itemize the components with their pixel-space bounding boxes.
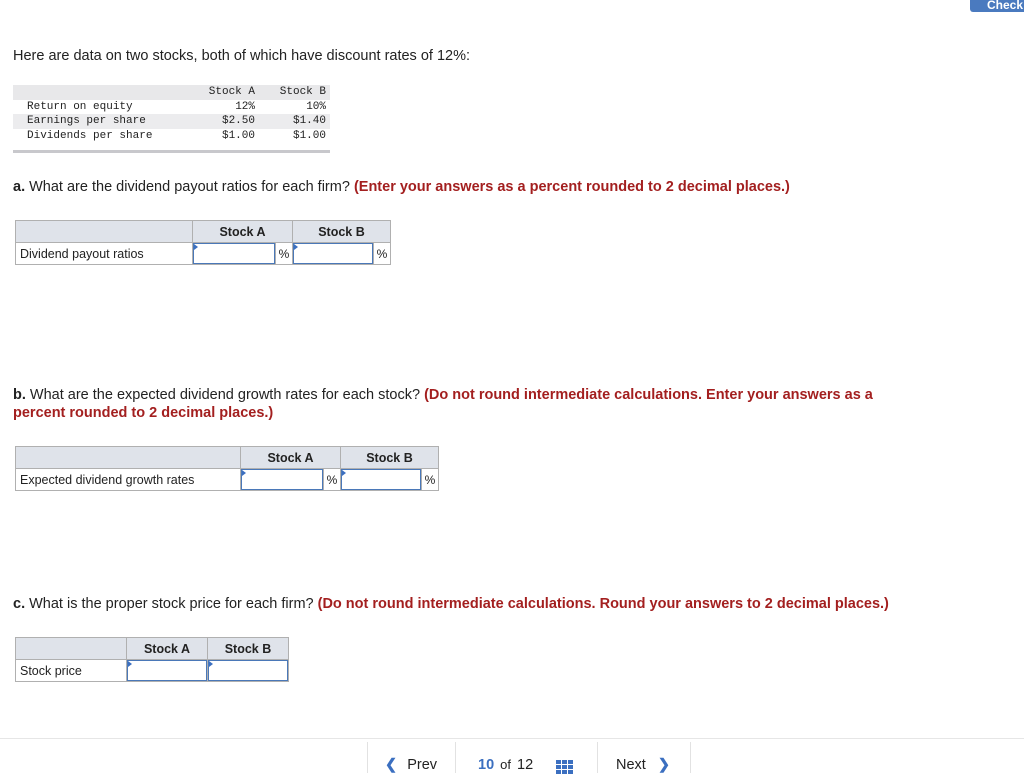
data-table-footer: [13, 143, 330, 153]
current-page: 10: [478, 757, 495, 773]
data-table-header: Stock A Stock B: [13, 85, 330, 100]
stock-b-value: 10%: [306, 100, 326, 113]
prev-label: Prev: [407, 757, 438, 773]
table-row: Return on equity 12% 10%: [13, 100, 330, 115]
header-stock-b: Stock B: [292, 220, 391, 243]
percent-unit: %: [372, 242, 392, 265]
question-a-lead: a.: [13, 179, 26, 195]
stock-price-stock-b-input[interactable]: [208, 660, 288, 681]
grid-icon[interactable]: [556, 760, 573, 774]
stock-a-value: 12%: [235, 100, 255, 113]
header-blank: [13, 85, 203, 100]
header-blank: [15, 637, 127, 660]
question-a: a. What are the dividend payout ratios f…: [13, 178, 790, 196]
question-c-lead: c.: [13, 596, 26, 612]
answer-table-b: Stock A Stock B Expected dividend growth…: [15, 446, 440, 491]
question-c-instruction: (Do not round intermediate calculations.…: [317, 596, 889, 612]
stock-a-value: $1.00: [221, 129, 255, 142]
divider: [597, 742, 598, 773]
row-label: Stock price: [15, 659, 127, 682]
percent-unit: %: [420, 468, 440, 491]
question-c: c. What is the proper stock price for ea…: [13, 595, 889, 613]
chevron-left-icon: ❮: [385, 757, 398, 773]
header-stock-a: Stock A: [203, 85, 263, 100]
divider: [690, 742, 691, 773]
row-label: Return on equity: [27, 100, 133, 113]
growth-rate-stock-a-input[interactable]: [241, 469, 323, 490]
row-label: Dividends per share: [27, 129, 153, 142]
divider: [455, 742, 456, 773]
page-indicator: 10 of 12: [478, 757, 533, 773]
answer-table-a: Stock A Stock B Dividend payout ratios %…: [15, 220, 392, 265]
percent-unit: %: [274, 242, 294, 265]
question-c-text: What is the proper stock price for each …: [25, 596, 318, 612]
stock-b-value: $1.40: [263, 114, 330, 129]
header-stock-b: Stock B: [263, 85, 330, 100]
chevron-right-icon: ❯: [657, 757, 671, 773]
header-blank: [15, 220, 193, 243]
payout-ratio-stock-b-input[interactable]: [293, 243, 373, 264]
row-label: Dividend payout ratios: [15, 242, 193, 265]
question-a-text: What are the dividend payout ratios for …: [25, 179, 354, 195]
header-stock-b: Stock B: [340, 446, 439, 469]
stock-b-value: $1.00: [292, 129, 326, 142]
header-stock-a: Stock A: [240, 446, 341, 469]
next-button[interactable]: Next ❯: [616, 757, 670, 773]
stock-price-stock-a-input[interactable]: [127, 660, 207, 681]
question-b-lead: b.: [13, 387, 26, 403]
growth-rate-stock-b-input[interactable]: [341, 469, 421, 490]
percent-unit: %: [322, 468, 342, 491]
stock-a-value: $2.50: [203, 114, 263, 129]
pagination: ❮ Prev 10 of 12 Next ❯: [0, 742, 1024, 774]
row-label: Expected dividend growth rates: [15, 468, 241, 491]
next-label: Next: [616, 757, 646, 773]
header-stock-a: Stock A: [126, 637, 208, 660]
row-label: Earnings per share: [13, 114, 203, 129]
table-row: Dividends per share $1.00 $1.00: [13, 129, 330, 144]
intro-text: Here are data on two stocks, both of whi…: [13, 48, 471, 64]
answer-table-c: Stock A Stock B Stock price: [15, 637, 289, 682]
total-pages: 12: [517, 757, 534, 773]
footer-divider: [0, 738, 1024, 739]
question-b: b. What are the expected dividend growth…: [13, 386, 913, 422]
header-stock-a: Stock A: [192, 220, 293, 243]
prev-button[interactable]: ❮ Prev: [385, 757, 437, 773]
divider: [367, 742, 368, 773]
stock-data-table: Stock A Stock B Return on equity 12% 10%…: [13, 85, 330, 153]
header-stock-b: Stock B: [207, 637, 289, 660]
payout-ratio-stock-a-input[interactable]: [193, 243, 275, 264]
question-b-text: What are the expected dividend growth ra…: [25, 387, 425, 403]
check-button[interactable]: Check: [970, 0, 1024, 12]
header-blank: [15, 446, 241, 469]
question-a-instruction: (Enter your answers as a percent rounded…: [353, 179, 790, 195]
of-label: of: [500, 757, 512, 772]
table-row: Earnings per share $2.50 $1.40: [13, 114, 330, 129]
